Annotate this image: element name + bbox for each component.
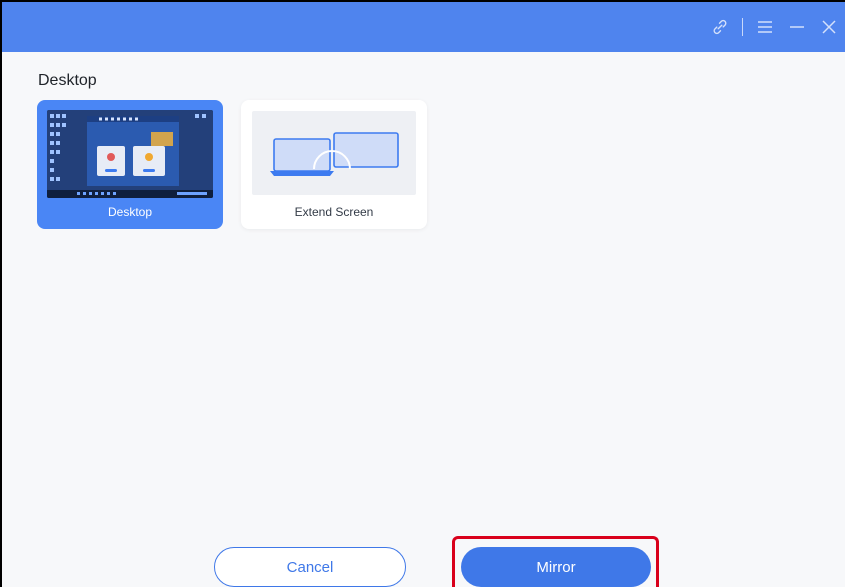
title-bar [2,2,845,52]
link-icon[interactable] [704,2,736,52]
option-desktop-label: Desktop [107,205,153,219]
option-extend-screen-label: Extend Screen [294,205,374,219]
menu-icon[interactable] [749,2,781,52]
option-desktop[interactable]: Desktop [37,100,223,229]
minimize-icon[interactable] [781,2,813,52]
option-extend-screen[interactable]: Extend Screen [241,100,427,229]
cancel-button[interactable]: Cancel [214,547,406,587]
section-title: Desktop [38,72,97,89]
extend-screen-icon [252,111,416,195]
title-separator [742,18,743,36]
close-icon[interactable] [813,2,845,52]
window-controls [704,2,845,52]
mirror-window: Desktop Desktop Extend Screen [0,0,845,587]
mirror-button[interactable]: Mirror [461,547,651,587]
desktop-thumbnail [47,110,213,198]
